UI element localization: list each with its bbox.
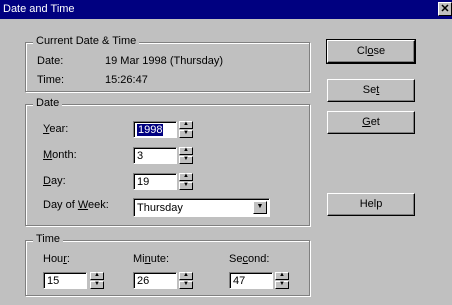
second-label: Second: — [229, 253, 270, 265]
month-input[interactable]: 3 — [133, 147, 177, 164]
spin-up-icon[interactable]: ▲ — [179, 147, 193, 155]
current-time-label: Time: — [37, 74, 65, 86]
spin-down-icon[interactable]: ▼ — [179, 182, 193, 190]
day-input[interactable]: 19 — [133, 173, 177, 190]
current-datetime-legend: Current Date & Time — [33, 35, 140, 47]
year-label: Year: — [43, 123, 69, 135]
hour-input[interactable]: 15 — [43, 272, 87, 289]
help-button[interactable]: Help — [327, 193, 415, 216]
get-button[interactable]: Get — [327, 111, 415, 134]
year-input[interactable]: 1998 — [133, 121, 177, 138]
month-label: Month: — [43, 149, 77, 161]
spin-up-icon[interactable]: ▲ — [179, 173, 193, 181]
hour-spinner[interactable]: ▲ ▼ — [90, 272, 104, 289]
chevron-down-icon[interactable]: ▼ — [253, 201, 267, 214]
current-time-value: 15:26:47 — [105, 74, 148, 86]
spin-down-icon[interactable]: ▼ — [179, 281, 193, 289]
spin-up-icon[interactable]: ▲ — [90, 272, 104, 280]
day-of-week-select[interactable]: Thursday ▼ — [133, 198, 270, 217]
current-datetime-group: Current Date & Time Date: 19 Mar 1998 (T… — [25, 35, 310, 92]
current-date-label: Date: — [37, 55, 64, 67]
time-group: Time Hour: 15 ▲ ▼ Minute: 26 ▲ ▼ Second:… — [25, 233, 310, 296]
close-button[interactable]: Close — [326, 39, 416, 64]
title-bar: Date and Time ✕ — [0, 0, 452, 19]
close-icon: ✕ — [440, 3, 450, 15]
minute-input[interactable]: 26 — [133, 272, 177, 289]
second-spinner[interactable]: ▲ ▼ — [275, 272, 289, 289]
day-spinner[interactable]: ▲ ▼ — [179, 173, 193, 190]
close-window-button[interactable]: ✕ — [438, 2, 452, 16]
minute-spinner[interactable]: ▲ ▼ — [179, 272, 193, 289]
day-of-week-label: Day of Week: — [43, 199, 109, 211]
date-group: Date Year: 1998 ▲ ▼ Month: 3 ▲ ▼ Day: 19… — [25, 97, 310, 226]
spin-down-icon[interactable]: ▼ — [179, 156, 193, 164]
date-time-dialog: Date and Time ✕ Current Date & Time Date… — [0, 0, 452, 305]
set-button[interactable]: Set — [327, 79, 415, 102]
second-input[interactable]: 47 — [229, 272, 273, 289]
spin-up-icon[interactable]: ▲ — [275, 272, 289, 280]
time-legend: Time — [33, 233, 64, 245]
current-date-value: 19 Mar 1998 (Thursday) — [105, 55, 223, 67]
window-title: Date and Time — [3, 3, 75, 15]
year-spinner[interactable]: ▲ ▼ — [179, 121, 193, 138]
hour-label: Hour: — [43, 253, 70, 265]
spin-up-icon[interactable]: ▲ — [179, 121, 193, 129]
date-legend: Date — [33, 97, 63, 109]
spin-down-icon[interactable]: ▼ — [275, 281, 289, 289]
spin-up-icon[interactable]: ▲ — [179, 272, 193, 280]
month-spinner[interactable]: ▲ ▼ — [179, 147, 193, 164]
spin-down-icon[interactable]: ▼ — [179, 130, 193, 138]
day-label: Day: — [43, 175, 66, 187]
spin-down-icon[interactable]: ▼ — [90, 281, 104, 289]
minute-label: Minute: — [133, 253, 170, 265]
